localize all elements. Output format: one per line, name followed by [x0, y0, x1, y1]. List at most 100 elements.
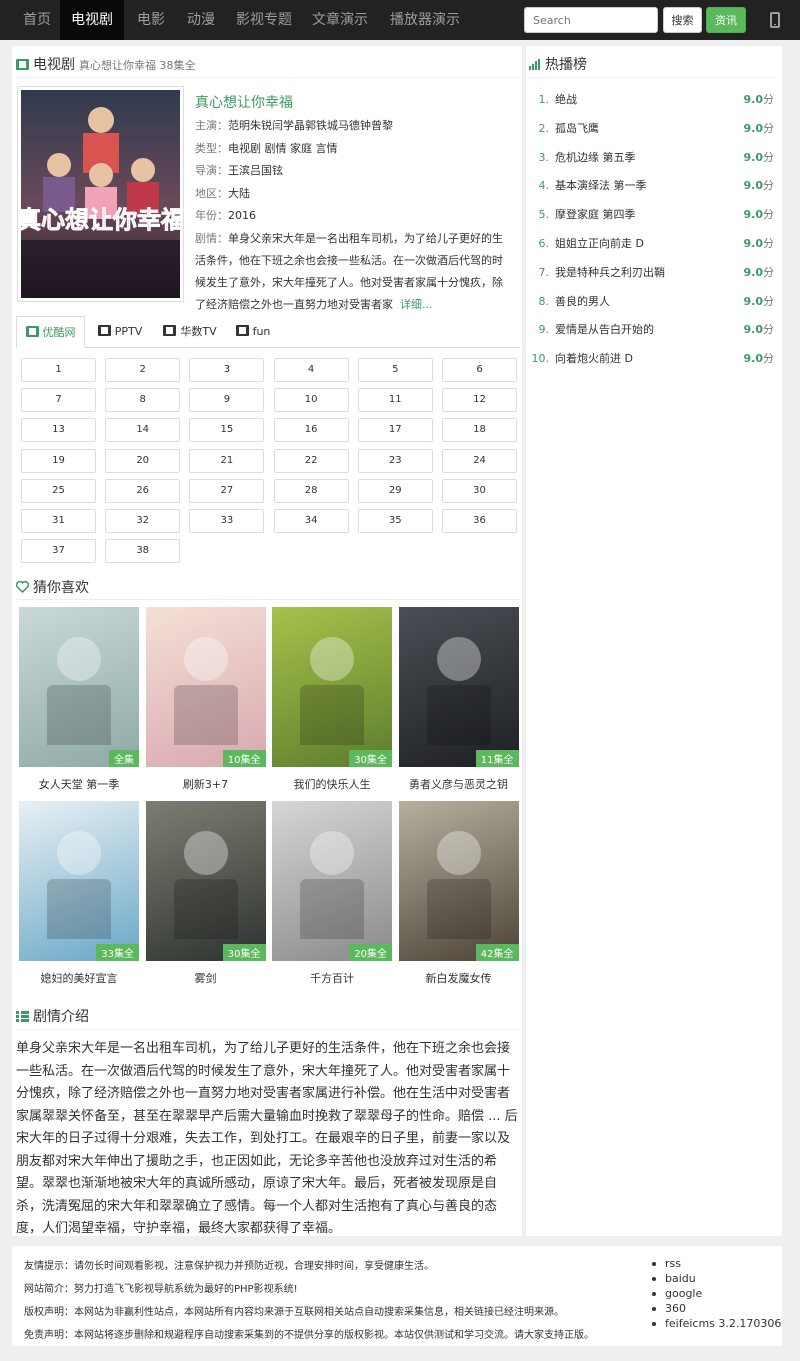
episode-button[interactable]: 18: [442, 418, 517, 443]
recommend-title[interactable]: 新白发魔女传: [399, 970, 519, 986]
recommend-poster[interactable]: 30集全: [272, 607, 392, 767]
episode-button[interactable]: 5: [357, 358, 433, 382]
episode-button[interactable]: 27: [189, 478, 265, 503]
episode-button[interactable]: 24: [442, 448, 517, 473]
episode-button[interactable]: 37: [21, 539, 96, 564]
rank-title[interactable]: 善良的男人: [555, 292, 610, 312]
ranking-row[interactable]: 9. 爱情是从告白开始的 9.0分: [529, 320, 775, 340]
ranking-row[interactable]: 4. 基本演绎法 第一季 9.0分: [529, 176, 775, 196]
ranking-row[interactable]: 8. 善良的男人 9.0分: [529, 292, 775, 312]
footer-link-google[interactable]: google: [652, 1286, 781, 1301]
recommend-card[interactable]: 30集全雾剑: [145, 801, 266, 986]
search-button[interactable]: 搜索: [663, 7, 702, 33]
episode-button[interactable]: 28: [273, 478, 349, 503]
nav-articles[interactable]: 文章演示: [304, 0, 376, 40]
episode-button[interactable]: 12: [442, 388, 517, 413]
recommend-poster[interactable]: 42集全: [398, 801, 519, 961]
episode-button[interactable]: 29: [357, 478, 433, 503]
episode-button[interactable]: 13: [21, 418, 96, 443]
recommend-title[interactable]: 勇者义彦与恶灵之钥: [399, 776, 519, 792]
nav-movies[interactable]: 电影: [124, 0, 178, 40]
region-value[interactable]: 大陆: [228, 187, 250, 200]
recommend-card[interactable]: 10集全刷新3+7: [145, 607, 266, 792]
episode-button[interactable]: 38: [105, 539, 181, 564]
episode-button[interactable]: 14: [105, 418, 181, 443]
ranking-row[interactable]: 10. 向着炮火前进 D 9.0分: [529, 349, 775, 369]
cast-value[interactable]: 范明朱锐闫学晶郭铁城马德钟曾黎: [228, 119, 393, 132]
director-value[interactable]: 王滨吕国铉: [228, 164, 283, 177]
episode-button[interactable]: 1: [21, 358, 96, 382]
episode-button[interactable]: 21: [189, 448, 265, 473]
episode-button[interactable]: 8: [105, 388, 181, 413]
episode-button[interactable]: 15: [189, 418, 265, 443]
recommend-poster[interactable]: 33集全: [19, 801, 139, 961]
tab-wasu[interactable]: 华数TV: [156, 316, 224, 348]
episode-button[interactable]: 6: [442, 358, 517, 382]
episode-button[interactable]: 19: [21, 448, 96, 473]
episode-button[interactable]: 7: [21, 388, 96, 413]
recommend-title[interactable]: 女人天堂 第一季: [19, 776, 139, 792]
nav-anime[interactable]: 动漫: [176, 0, 226, 40]
recommend-card[interactable]: 11集全 勇者义彦与恶灵之钥: [398, 607, 519, 792]
recommend-title[interactable]: 雾剑: [146, 970, 266, 986]
episode-button[interactable]: 33: [189, 509, 265, 533]
recommend-title[interactable]: 媳妇的美好宣言: [19, 970, 139, 986]
episode-button[interactable]: 17: [357, 418, 433, 443]
episode-button[interactable]: 26: [105, 478, 181, 503]
episode-button[interactable]: 32: [105, 509, 181, 533]
rank-title[interactable]: 爱情是从告白开始的: [555, 320, 654, 340]
rank-title[interactable]: 孤岛飞鹰: [555, 119, 599, 139]
episode-button[interactable]: 31: [21, 509, 96, 533]
ranking-row[interactable]: 1. 绝战 9.0分: [529, 90, 775, 110]
recommend-card[interactable]: 30集全我们的快乐人生: [272, 607, 392, 792]
ranking-row[interactable]: 3. 危机边缘 第五季 9.0分: [529, 148, 775, 168]
tab-pptv[interactable]: PPTV: [92, 316, 148, 348]
drama-title[interactable]: 真心想让你幸福: [195, 92, 293, 112]
episode-button[interactable]: 10: [273, 388, 349, 413]
nav-tv-series[interactable]: 电视剧: [60, 0, 124, 40]
nav-home[interactable]: 首页: [8, 0, 66, 40]
search-input[interactable]: [524, 7, 658, 33]
episode-button[interactable]: 16: [273, 418, 349, 443]
episode-button[interactable]: 3: [189, 358, 265, 382]
poster[interactable]: 真心想让你幸福: [17, 86, 185, 302]
footer-link-feifeicms[interactable]: feifeicms 3.2.170306: [652, 1316, 781, 1331]
ranking-row[interactable]: 5. 摩登家庭 第四季 9.0分: [529, 205, 775, 225]
episode-button[interactable]: 36: [442, 509, 517, 533]
recommend-card[interactable]: 42集全新白发魔女传: [398, 801, 519, 986]
recommend-card[interactable]: 33集全媳妇的美好宣言: [19, 801, 139, 986]
recommend-poster[interactable]: 10集全: [145, 607, 266, 767]
rank-title[interactable]: 危机边缘 第五季: [555, 148, 636, 168]
rank-title[interactable]: 向着炮火前进 D: [555, 349, 633, 369]
footer-link-rss[interactable]: rss: [652, 1256, 781, 1271]
episode-button[interactable]: 23: [357, 448, 433, 473]
nav-player-demo[interactable]: 播放器演示: [382, 0, 468, 40]
tab-youku[interactable]: 优酷网: [16, 316, 85, 348]
recommend-poster[interactable]: 30集全: [145, 801, 266, 961]
recommend-title[interactable]: 刷新3+7: [146, 776, 266, 792]
recommend-title[interactable]: 千方百计: [272, 970, 392, 986]
rank-title[interactable]: 基本演绎法 第一季: [555, 176, 647, 196]
recommend-poster[interactable]: 20集全: [272, 801, 392, 961]
year-value[interactable]: 2016: [228, 209, 256, 222]
episode-button[interactable]: 2: [105, 358, 181, 382]
tab-fun[interactable]: fun: [232, 316, 274, 348]
ranking-row[interactable]: 6. 姐姐立正向前走 D 9.0分: [529, 234, 775, 254]
episode-button[interactable]: 22: [273, 448, 349, 473]
episode-button[interactable]: 4: [273, 358, 349, 382]
recommend-poster[interactable]: 全集: [19, 607, 139, 767]
genre-value[interactable]: 电视剧 剧情 家庭 言情: [228, 142, 338, 155]
rank-title[interactable]: 姐姐立正向前走 D: [555, 234, 644, 254]
episode-button[interactable]: 9: [189, 388, 265, 413]
rank-title[interactable]: 我是特种兵之利刃出鞘: [555, 263, 665, 283]
episode-button[interactable]: 30: [442, 478, 517, 503]
episode-button[interactable]: 25: [21, 478, 96, 503]
footer-link-baidu[interactable]: baidu: [652, 1271, 781, 1286]
recommend-card[interactable]: 20集全千方百计: [272, 801, 392, 986]
episode-button[interactable]: 34: [273, 509, 349, 533]
ranking-row[interactable]: 2. 孤岛飞鹰 9.0分: [529, 119, 775, 139]
recommend-title[interactable]: 我们的快乐人生: [272, 776, 392, 792]
news-button[interactable]: 资讯: [706, 7, 746, 33]
rank-title[interactable]: 摩登家庭 第四季: [555, 205, 636, 225]
mobile-icon[interactable]: [770, 12, 780, 28]
